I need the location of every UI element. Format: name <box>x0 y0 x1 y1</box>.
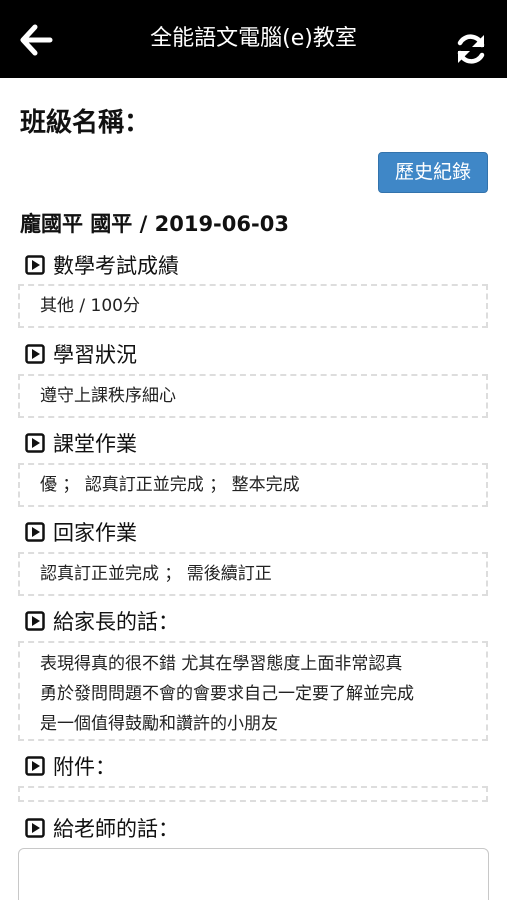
parent-message-heading-text: 給家長的話： <box>53 610 179 634</box>
classwork-heading[interactable]: 課堂作業 <box>25 428 137 458</box>
play-square-icon <box>25 756 45 776</box>
math-score-value: 其他 / 100分 <box>18 284 488 328</box>
homework-heading[interactable]: 回家作業 <box>25 517 137 547</box>
homework-text: 認真訂正並完成 ； 需後續訂正 <box>40 564 272 584</box>
play-square-icon <box>25 433 45 453</box>
parent-message-heading[interactable]: 給家長的話： <box>25 606 179 636</box>
parent-message-line: 是一個值得鼓勵和讚許的小朋友 <box>40 714 278 734</box>
attachment-heading[interactable]: 附件： <box>25 751 116 781</box>
student-info: 龐國平 國平 / 2019-06-03 <box>20 212 289 236</box>
page-title: 全能語文電腦(e)教室 <box>150 26 357 51</box>
attachment-value <box>18 786 488 802</box>
teacher-message-heading[interactable]: 給老師的話： <box>25 813 179 843</box>
play-square-icon <box>25 818 45 838</box>
study-status-heading-text: 學習狀況 <box>53 343 137 367</box>
math-score-heading-text: 數學考試成績 <box>53 254 179 278</box>
study-status-value: 遵守上課秩序細心 <box>18 374 488 418</box>
teacher-message-heading-text: 給老師的話： <box>53 817 179 841</box>
classwork-value: 優 ； 認真訂正並完成 ； 整本完成 <box>18 463 488 507</box>
classwork-text: 優 ； 認真訂正並完成 ； 整本完成 <box>40 475 300 495</box>
math-score-heading[interactable]: 數學考試成績 <box>25 250 179 280</box>
classwork-heading-text: 課堂作業 <box>53 432 137 456</box>
parent-message-line: 表現得真的很不錯 尤其在學習態度上面非常認真 <box>40 654 403 674</box>
play-square-icon <box>25 522 45 542</box>
play-square-icon <box>25 255 45 275</box>
parent-message-value: 表現得真的很不錯 尤其在學習態度上面非常認真 勇於發問問題不會的會要求自己一定要… <box>18 641 488 741</box>
study-status-heading[interactable]: 學習狀況 <box>25 339 137 369</box>
play-square-icon <box>25 611 45 631</box>
attachment-heading-text: 附件： <box>53 755 116 779</box>
play-square-icon <box>25 344 45 364</box>
math-score-text: 其他 / 100分 <box>40 296 140 316</box>
class-name-label: 班級名稱： <box>20 108 151 138</box>
top-bar: 全能語文電腦(e)教室 <box>0 0 507 78</box>
refresh-icon[interactable] <box>453 31 489 67</box>
homework-heading-text: 回家作業 <box>53 521 137 545</box>
homework-value: 認真訂正並完成 ； 需後續訂正 <box>18 552 488 596</box>
parent-message-line: 勇於發問問題不會的會要求自己一定要了解並完成 <box>40 684 414 704</box>
history-button[interactable]: 歷史紀錄 <box>378 152 488 193</box>
study-status-text: 遵守上課秩序細心 <box>40 386 176 406</box>
arrow-left-icon[interactable] <box>18 22 54 58</box>
teacher-message-input[interactable] <box>18 848 489 900</box>
